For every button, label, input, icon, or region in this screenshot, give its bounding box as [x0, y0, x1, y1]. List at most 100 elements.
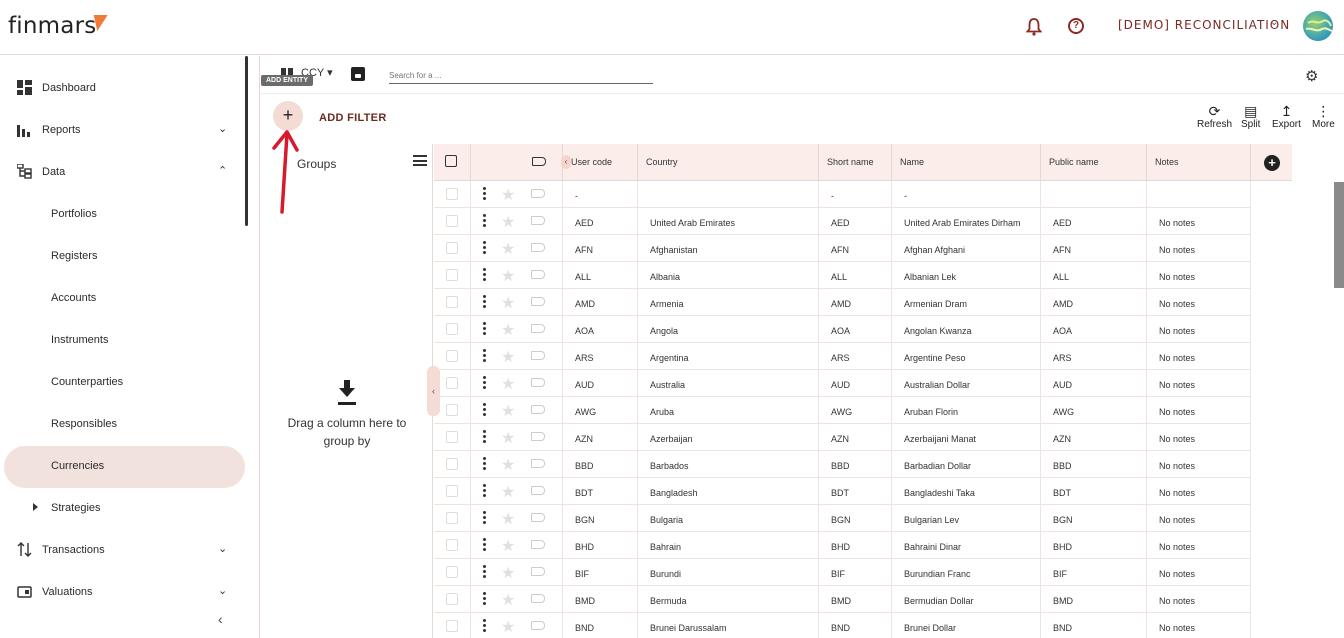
menu-icon[interactable]: [413, 155, 427, 166]
tag-icon[interactable]: [531, 405, 545, 414]
table-cell-notes[interactable]: No notes: [1147, 505, 1251, 532]
star-icon[interactable]: ★: [501, 563, 515, 583]
table-cell-name[interactable]: Bulgarian Lev: [892, 505, 1041, 532]
tag-icon[interactable]: [531, 297, 545, 306]
table-cell-notes[interactable]: No notes: [1147, 316, 1251, 343]
sidebar-item-data[interactable]: Data ⌃: [0, 152, 245, 194]
chevron-down-icon[interactable]: ⌄: [218, 584, 227, 597]
table-cell-name[interactable]: Brunei Dollar: [892, 613, 1041, 638]
table-cell-short-name[interactable]: AUD: [819, 370, 892, 397]
table-cell-short-name[interactable]: BIF: [819, 559, 892, 586]
star-icon[interactable]: ★: [501, 401, 515, 421]
more-vertical-icon[interactable]: [483, 187, 486, 201]
table-cell-short-name[interactable]: -: [819, 181, 892, 208]
tag-icon[interactable]: [531, 324, 545, 333]
table-row[interactable]: ★ ARS Argentina ARS Argentine Peso ARS No note…: [434, 343, 1251, 370]
table-cell-user-code[interactable]: AFN: [563, 235, 638, 262]
table-cell-country[interactable]: Albania: [638, 262, 819, 289]
sidebar-item-responsibles[interactable]: Responsibles: [0, 404, 245, 446]
table-cell-short-name[interactable]: ALL: [819, 262, 892, 289]
table-cell-country[interactable]: Australia: [638, 370, 819, 397]
table-cell-user-code[interactable]: BND: [563, 613, 638, 638]
more-vertical-icon[interactable]: [483, 484, 486, 498]
table-cell-short-name[interactable]: BHD: [819, 532, 892, 559]
help-icon[interactable]: ?: [1068, 18, 1084, 34]
table-cell-public-name[interactable]: BHD: [1041, 532, 1147, 559]
row-checkbox[interactable]: [446, 458, 458, 470]
tag-icon[interactable]: [531, 621, 545, 630]
table-cell-notes[interactable]: No notes: [1147, 262, 1251, 289]
star-icon[interactable]: ★: [501, 185, 515, 205]
table-cell-country[interactable]: [638, 181, 819, 208]
row-checkbox[interactable]: [446, 188, 458, 200]
star-icon[interactable]: ★: [501, 536, 515, 556]
search-input[interactable]: [389, 64, 653, 84]
star-icon[interactable]: ★: [501, 320, 515, 340]
tag-icon[interactable]: [532, 157, 546, 166]
table-cell-notes[interactable]: [1147, 181, 1251, 208]
table-cell-country[interactable]: Aruba: [638, 397, 819, 424]
sidebar-scrollbar[interactable]: [245, 56, 248, 226]
more-vertical-icon[interactable]: [483, 565, 486, 579]
star-icon[interactable]: ★: [501, 455, 515, 475]
sidebar-item-valuations[interactable]: Valuations ⌄: [0, 572, 245, 614]
tag-icon[interactable]: [531, 270, 545, 279]
table-cell-country[interactable]: Azerbaijan: [638, 424, 819, 451]
tag-icon[interactable]: [531, 189, 545, 198]
star-icon[interactable]: ★: [501, 428, 515, 448]
table-row[interactable]: ★ BBD Barbados BBD Barbadian Dollar BBD No not…: [434, 451, 1251, 478]
table-cell-notes[interactable]: No notes: [1147, 397, 1251, 424]
table-cell-user-code[interactable]: BGN: [563, 505, 638, 532]
column-header-notes[interactable]: Notes: [1147, 144, 1251, 181]
bell-icon[interactable]: [1026, 18, 1042, 36]
more-vertical-icon[interactable]: [483, 376, 486, 390]
table-cell-user-code[interactable]: AOA: [563, 316, 638, 343]
row-checkbox[interactable]: [446, 485, 458, 497]
tag-icon[interactable]: [531, 243, 545, 252]
tag-icon[interactable]: [531, 432, 545, 441]
table-cell-public-name[interactable]: AMD: [1041, 289, 1147, 316]
sidebar-item-currencies[interactable]: Currencies: [4, 446, 245, 488]
table-cell-short-name[interactable]: AOA: [819, 316, 892, 343]
row-checkbox[interactable]: [446, 215, 458, 227]
row-checkbox[interactable]: [446, 566, 458, 578]
caret-right-icon[interactable]: [33, 503, 38, 511]
table-cell-user-code[interactable]: BDT: [563, 478, 638, 505]
star-icon[interactable]: ★: [501, 212, 515, 232]
more-vertical-icon[interactable]: [483, 349, 486, 363]
table-cell-notes[interactable]: No notes: [1147, 613, 1251, 638]
column-header-country[interactable]: Country: [638, 144, 819, 181]
more-vertical-icon[interactable]: [483, 430, 486, 444]
table-cell-name[interactable]: Burundian Franc: [892, 559, 1041, 586]
table-cell-name[interactable]: Aruban Florin: [892, 397, 1041, 424]
table-row[interactable]: ★ BMD Bermuda BMD Bermudian Dollar BMD No note…: [434, 586, 1251, 613]
sidebar-item-registers[interactable]: Registers: [0, 236, 245, 278]
tag-icon[interactable]: [531, 351, 545, 360]
table-cell-name[interactable]: Bahraini Dinar: [892, 532, 1041, 559]
row-checkbox[interactable]: [446, 512, 458, 524]
chevron-down-icon[interactable]: ⌄: [1270, 17, 1278, 28]
table-cell-user-code[interactable]: AUD: [563, 370, 638, 397]
sidebar-item-instruments[interactable]: Instruments: [0, 320, 245, 362]
table-row[interactable]: ★ AFN Afghanistan AFN Afghan Afghani AFN No no…: [434, 235, 1251, 262]
table-cell-name[interactable]: Azerbaijani Manat: [892, 424, 1041, 451]
table-row[interactable]: ★ BGN Bulgaria BGN Bulgarian Lev BGN No notes: [434, 505, 1251, 532]
more-vertical-icon[interactable]: [483, 457, 486, 471]
sidebar-item-dashboard[interactable]: Dashboard: [0, 68, 245, 110]
more-vertical-icon[interactable]: [483, 322, 486, 336]
table-cell-user-code[interactable]: BHD: [563, 532, 638, 559]
table-cell-name[interactable]: Bangladeshi Taka: [892, 478, 1041, 505]
row-checkbox[interactable]: [446, 620, 458, 632]
table-cell-name[interactable]: -: [892, 181, 1041, 208]
table-cell-name[interactable]: Australian Dollar: [892, 370, 1041, 397]
table-cell-name[interactable]: United Arab Emirates Dirham: [892, 208, 1041, 235]
tag-icon[interactable]: [531, 486, 545, 495]
table-cell-public-name[interactable]: ALL: [1041, 262, 1147, 289]
more-vertical-icon[interactable]: [483, 619, 486, 633]
table-cell-user-code[interactable]: ARS: [563, 343, 638, 370]
row-checkbox[interactable]: [446, 377, 458, 389]
table-cell-name[interactable]: Angolan Kwanza: [892, 316, 1041, 343]
table-cell-country[interactable]: Brunei Darussalam: [638, 613, 819, 638]
table-row[interactable]: ★ AUD Australia AUD Australian Dollar AUD No n…: [434, 370, 1251, 397]
star-icon[interactable]: ★: [501, 590, 515, 610]
